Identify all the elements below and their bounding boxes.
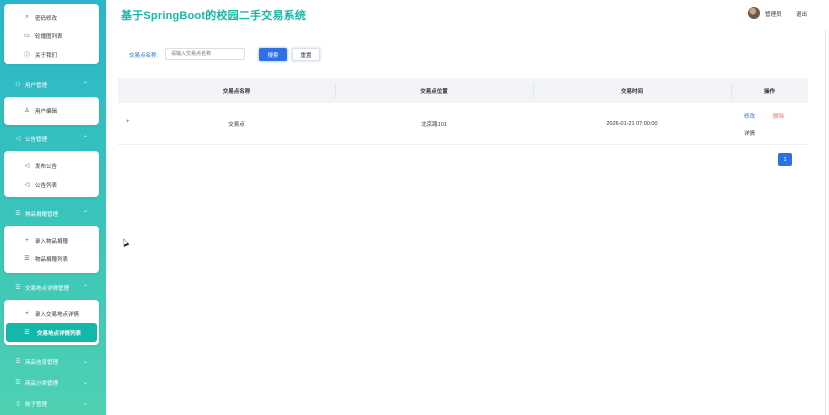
- list-icon: ☰: [24, 330, 30, 336]
- sidebar-group-label: 商品分类管理: [25, 380, 59, 387]
- chevron-down-icon: ⌄: [83, 401, 89, 407]
- sidebar-item-label: 密码修改: [35, 15, 58, 22]
- sidebar-group-goods-category[interactable]: ☰ 商品分类管理 ⌄: [0, 373, 106, 392]
- sidebar-item-label: 轮播图列表: [35, 33, 63, 40]
- detail-button[interactable]: 详情: [744, 129, 755, 137]
- sidebar-group-goods-donate[interactable]: ☰ 物品捐赠管理 ⌃: [0, 204, 106, 223]
- sidebar-item-label: 用户编辑: [35, 108, 58, 115]
- plus-icon: +: [25, 237, 29, 244]
- sidebar-group-trade-place[interactable]: ☰ 交易地点详情管理 ⌃: [0, 278, 106, 297]
- user-icon: ♙: [24, 108, 30, 114]
- sidebar-item-donation-list[interactable]: ☰ 物品捐赠列表: [4, 249, 99, 268]
- sidebar-group-label: 帖子管理: [25, 401, 48, 408]
- chevron-down-icon: ⌄: [83, 380, 89, 386]
- megaphone-icon: ◁: [24, 182, 30, 188]
- sidebar-account-card: ⌕ 密码修改 ▭ 轮播图列表 ⓘ 关于我们: [4, 4, 99, 64]
- sidebar-user-card: ♙ 用户编辑: [4, 97, 99, 125]
- sidebar-item-user-edit[interactable]: ♙ 用户编辑: [4, 101, 99, 120]
- chevron-up-icon: ⌃: [83, 285, 89, 291]
- list-icon: ☰: [15, 285, 21, 291]
- sidebar-item-add-donation[interactable]: + 录入物品捐赠: [4, 231, 99, 250]
- app-title: 基于SpringBoot的校园二手交易系统: [121, 10, 307, 22]
- document-icon: ▯: [16, 401, 20, 407]
- sidebar-goods-donate-card: + 录入物品捐赠 ☰ 物品捐赠列表: [4, 226, 99, 273]
- sidebar-item-notice-list[interactable]: ◁ 公告列表: [4, 175, 99, 194]
- sidebar-item-about[interactable]: ⓘ 关于我们: [4, 45, 99, 64]
- scrollbar-track[interactable]: [825, 30, 826, 415]
- chevron-up-icon: ⌃: [83, 82, 89, 88]
- users-icon: ⚇: [15, 82, 21, 88]
- image-icon: ▭: [24, 33, 30, 39]
- table-header: 交易点名称 交易点位置 交易时间 操作: [118, 78, 808, 103]
- sidebar-group-posts[interactable]: ▯ 帖子管理 ⌄: [0, 394, 106, 413]
- sidebar-trade-place-card: + 录入交易地点详情 ☰ 交易地点详情列表: [4, 300, 99, 345]
- megaphone-icon: ◁: [15, 136, 21, 142]
- column-header-location: 交易点位置: [420, 88, 448, 95]
- top-header: 基于SpringBoot的校园二手交易系统 管理员 退出: [106, 0, 829, 30]
- sidebar-item-trade-place-list[interactable]: ☰ 交易地点详情列表: [6, 323, 97, 342]
- search-input[interactable]: [165, 48, 245, 60]
- search-button[interactable]: 搜索: [259, 48, 287, 61]
- reset-button[interactable]: 重置: [292, 48, 320, 61]
- list-icon: ☰: [15, 380, 21, 386]
- sidebar-group-label: 物品捐赠管理: [25, 211, 59, 218]
- megaphone-icon: ◁: [24, 163, 30, 169]
- sidebar-item-label: 发布公告: [35, 163, 58, 170]
- sidebar-item-label: 录入交易地点详情: [35, 311, 80, 318]
- key-icon: ⌕: [25, 14, 29, 20]
- logout-link[interactable]: 退出: [796, 10, 807, 18]
- chevron-up-icon: ⌃: [83, 211, 89, 217]
- sidebar-item-label: 关于我们: [35, 52, 58, 59]
- cell-name: 交易点: [228, 122, 245, 128]
- sidebar-notice-card: ◁ 发布公告 ◁ 公告列表: [4, 151, 99, 197]
- list-icon: ☰: [24, 256, 30, 262]
- sidebar-item-label: 交易地点详情列表: [37, 330, 82, 337]
- sidebar-group-user[interactable]: ⚇ 用户管理 ⌃: [0, 75, 106, 94]
- sidebar-item-add-trade-place[interactable]: + 录入交易地点详情: [4, 304, 99, 323]
- sidebar: ⌕ 密码修改 ▭ 轮播图列表 ⓘ 关于我们 ⚇ 用户管理 ⌃ ♙ 用户编辑 ◁ …: [0, 0, 106, 415]
- cell-time: 2026-01-21 07:00:00: [606, 121, 658, 127]
- table-row: + 交易点 北京路101 2026-01-21 07:00:00 修改 删除 详…: [118, 103, 808, 145]
- pagination-page-current[interactable]: 1: [778, 153, 792, 166]
- sidebar-item-password[interactable]: ⌕ 密码修改: [4, 8, 99, 27]
- user-name[interactable]: 管理员: [765, 10, 782, 18]
- delete-button[interactable]: 删除: [773, 112, 784, 120]
- list-icon: ☰: [15, 359, 21, 365]
- plus-icon: +: [25, 310, 29, 317]
- chevron-up-icon: ⌃: [83, 136, 89, 142]
- sidebar-item-label: 物品捐赠列表: [35, 256, 69, 263]
- avatar[interactable]: [748, 7, 760, 19]
- sidebar-item-publish-notice[interactable]: ◁ 发布公告: [4, 156, 99, 175]
- column-header-time: 交易时间: [620, 88, 643, 95]
- cell-location: 北京路101: [421, 122, 447, 128]
- sidebar-item-label: 公告列表: [35, 182, 58, 189]
- sidebar-item-label: 录入物品捐赠: [35, 238, 69, 245]
- sidebar-group-label: 交易地点详情管理: [25, 285, 70, 292]
- main-content: 交易点名称: 搜索 重置 交易点名称 交易点位置 交易时间 操作 + 交易点 北…: [106, 30, 825, 415]
- sidebar-group-label: 商品信息管理: [25, 359, 59, 366]
- sidebar-item-carousel[interactable]: ▭ 轮播图列表: [4, 26, 99, 45]
- chevron-down-icon: ⌄: [83, 359, 89, 365]
- sidebar-group-notice[interactable]: ◁ 公告管理 ⌃: [0, 129, 106, 148]
- edit-button[interactable]: 修改: [744, 112, 755, 120]
- info-icon: ⓘ: [23, 53, 30, 59]
- sidebar-group-goods-info[interactable]: ☰ 商品信息管理 ⌄: [0, 352, 106, 371]
- search-label: 交易点名称:: [129, 53, 159, 59]
- column-header-actions: 操作: [763, 88, 775, 95]
- list-icon: ☰: [15, 211, 21, 217]
- sidebar-group-label: 用户管理: [25, 82, 48, 89]
- sidebar-group-label: 公告管理: [25, 136, 48, 143]
- expand-row-icon[interactable]: +: [126, 119, 130, 125]
- column-header-name: 交易点名称: [222, 88, 251, 95]
